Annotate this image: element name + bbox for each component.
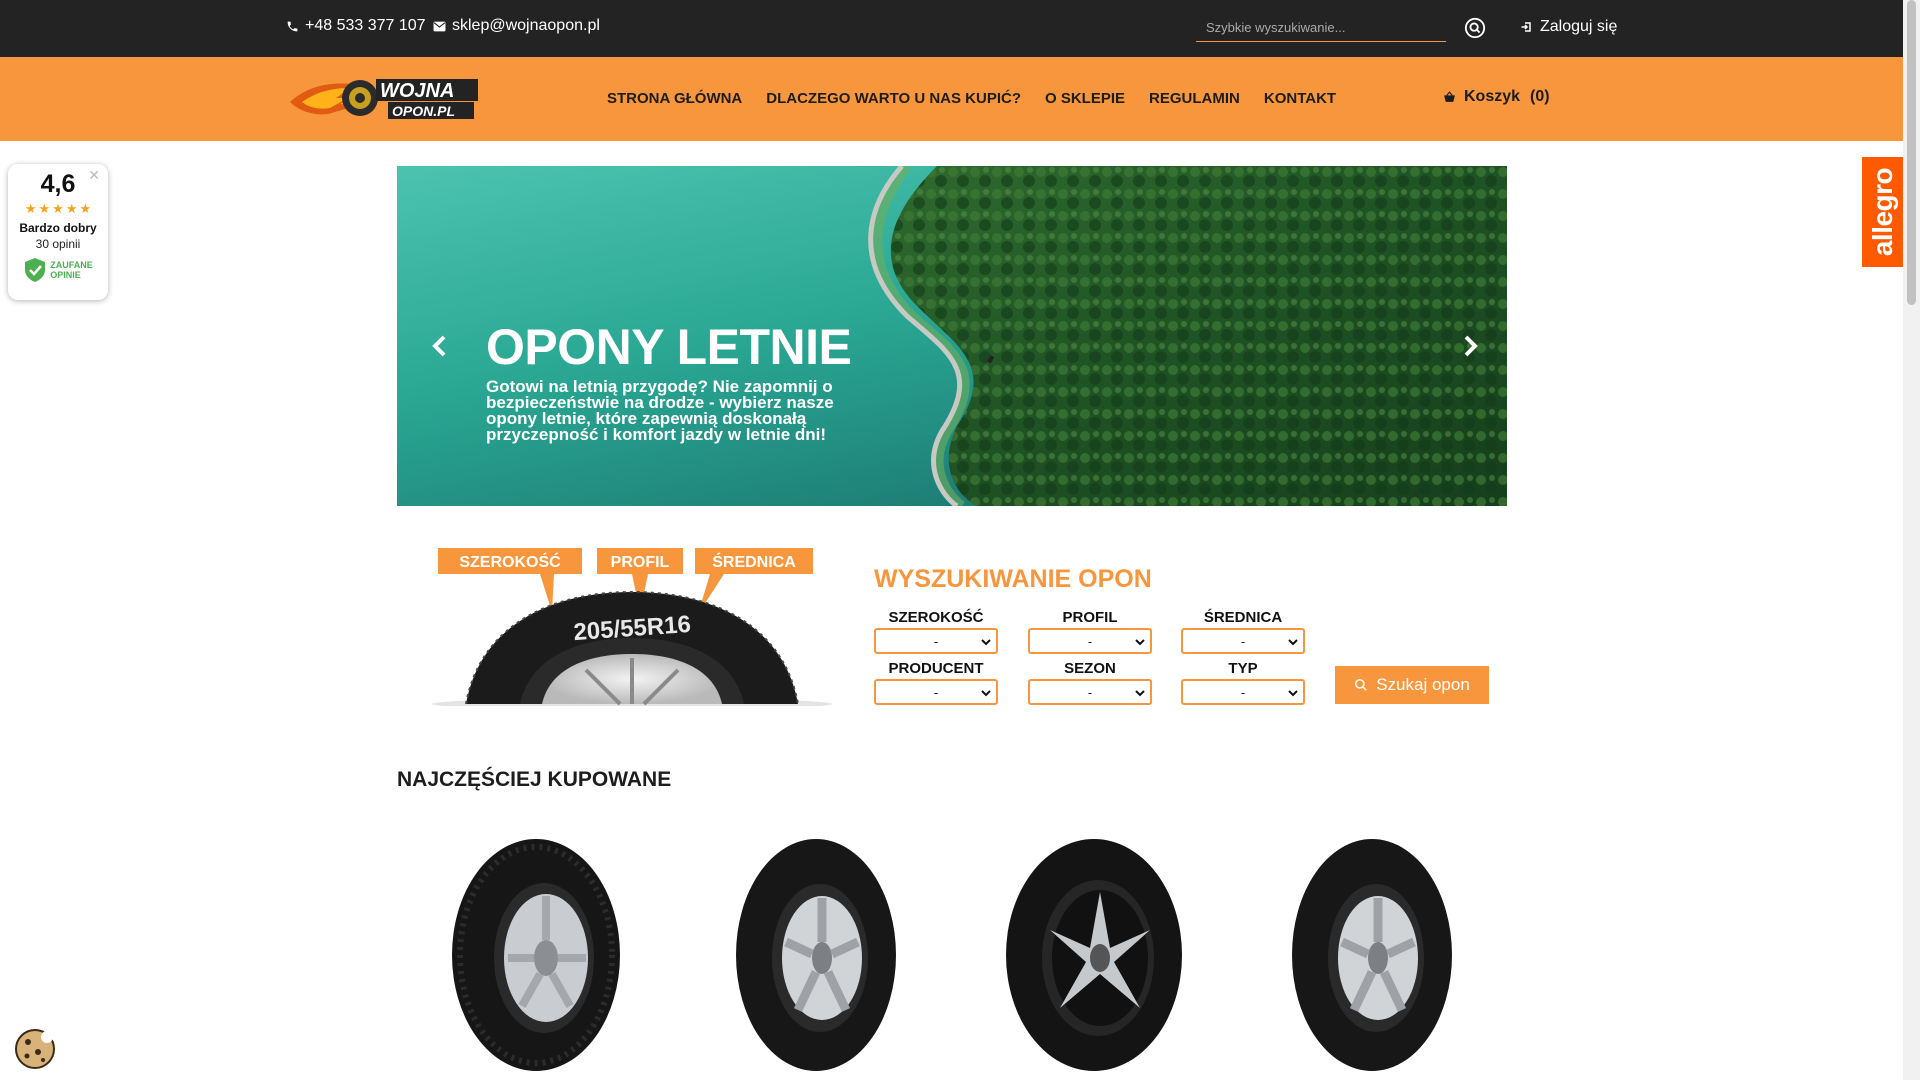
main-nav: STRONA GŁÓWNA DLACZEGO WARTO U NAS KUPIĆ… [607,90,1336,107]
diameter-select-value: - [1240,633,1246,649]
mail-icon [433,21,446,31]
phone-number[interactable]: +48 533 377 107 [305,17,426,35]
rating-count: 30 opinii [35,237,81,251]
label-diameter: ŚREDNICA [712,552,796,571]
product-image-4[interactable] [1254,830,1494,1080]
width-label: SZEROKOŚĆ [888,609,984,626]
login-label[interactable]: Zaloguj się [1540,18,1617,36]
product-image-2[interactable] [698,830,938,1080]
width-select[interactable]: - [874,628,998,654]
manufacturer-select[interactable]: - [874,679,998,705]
banner-text: Gotowi na letnią przygodę? Nie zapomnij … [486,377,834,444]
search-tires-label: Szukaj opon [1376,675,1470,694]
search-tires-button[interactable]: Szukaj opon [1335,666,1489,704]
type-label: TYP [1228,660,1258,677]
profile-select[interactable]: - [1028,628,1152,654]
profile-field: PROFIL - [1028,609,1152,654]
nav-about[interactable]: O SKLEPIE [1045,90,1125,107]
diameter-select[interactable]: - [1181,628,1305,654]
label-width: SZEROKOŚĆ [459,552,561,571]
manufacturer-field: PRODUCENT - [874,660,998,705]
season-select[interactable]: - [1028,679,1152,705]
cart-link[interactable]: Koszyk (0) [1443,88,1550,106]
chevron-down-icon [981,639,991,646]
search-icon [1355,679,1367,691]
cookie-settings-icon[interactable] [14,1028,56,1070]
scrollbar[interactable] [1903,0,1920,1080]
star-icon: ★ [38,201,51,216]
star-icon: ★ [65,201,78,216]
nav-contact[interactable]: KONTAKT [1264,90,1336,107]
hero-banner: OPONY LETNIE Gotowi na letnią przygodę? … [397,166,1507,506]
cart-count: (0) [1530,88,1550,105]
product-image-1[interactable] [418,830,658,1080]
phone-contact[interactable]: +48 533 377 107 [286,17,426,35]
star-icon: ★ [52,201,64,216]
rating-label: Bardzo dobry [19,221,97,235]
email-contact[interactable]: sklep@wojnaopon.pl [433,17,600,35]
profile-select-value: - [1087,633,1093,649]
type-field: TYP - [1181,660,1305,705]
site-logo[interactable]: WOJNA OPON.PL [288,76,480,122]
top-bar: +48 533 377 107 sklep@wojnaopon.pl Zalog… [0,0,1903,57]
nav-why-us[interactable]: DLACZEGO WARTO U NAS KUPIĆ? [766,90,1021,107]
login-icon [1521,22,1531,32]
email-address[interactable]: sklep@wojnaopon.pl [452,17,600,35]
shield-check-icon [25,258,46,282]
bestsellers-title: NAJCZĘŚCIEJ KUPOWANE [397,768,672,791]
star-icon: ★ [24,201,37,216]
season-label: SEZON [1064,660,1116,677]
close-icon[interactable]: ✕ [88,167,100,184]
rating-widget[interactable]: ✕ 4,6 ★ ★ ★ ★ ★ Bardzo dobry 30 opinii Z… [8,164,108,300]
product-image-3[interactable] [976,830,1216,1080]
star-icon: ★ [79,201,92,216]
allegro-label: allegro [1867,167,1898,257]
tire-search-title: WYSZUKIWANIE OPON [874,565,1152,593]
width-select-value: - [933,633,939,649]
chevron-down-icon [1288,639,1298,646]
chevron-right-icon[interactable] [1455,331,1485,361]
chevron-down-icon [1288,690,1298,697]
banner-title: OPONY LETNIE [486,319,852,375]
quick-search-input[interactable] [1196,20,1446,35]
nav-home[interactable]: STRONA GŁÓWNA [607,90,742,107]
nav-terms[interactable]: REGULAMIN [1149,90,1240,107]
chevron-down-icon [1135,690,1145,697]
type-select[interactable]: - [1181,679,1305,705]
basket-icon [1444,91,1455,102]
type-select-value: - [1240,684,1246,700]
logo-word-top: WOJNA [380,80,454,102]
scrollbar-thumb[interactable] [1907,0,1916,305]
chevron-left-icon[interactable] [425,331,455,361]
badge-line-1: ZAUFANE [50,260,93,270]
login-link[interactable]: Zaloguj się [1520,18,1617,36]
cart-label: Koszyk [1464,88,1521,105]
season-select-value: - [1087,684,1093,700]
profile-label: PROFIL [1062,609,1118,626]
badge-line-2: OPINIE [50,270,81,280]
label-profile: PROFIL [611,554,670,571]
phone-icon [287,21,298,31]
main-header: WOJNA OPON.PL STRONA GŁÓWNA DLACZEGO WAR… [0,57,1903,141]
manufacturer-select-value: - [933,684,939,700]
search-icon[interactable] [1464,17,1486,39]
chevron-down-icon [1135,639,1145,646]
diameter-label: ŚREDNICA [1203,609,1283,626]
allegro-tab[interactable]: allegro [1862,157,1904,267]
diameter-field: ŚREDNICA - [1181,609,1305,654]
tire-size-diagram: SZEROKOŚĆ PROFIL ŚREDNICA 205/55R16 [432,548,832,706]
quick-search [1196,14,1446,42]
logo-word-bottom: OPON.PL [392,103,455,119]
season-field: SEZON - [1028,660,1152,705]
trusted-reviews-badge: ZAUFANE OPINIE [8,257,108,283]
manufacturer-label: PRODUCENT [888,660,984,677]
width-field: SZEROKOŚĆ - [874,609,998,654]
rating-stars: ★ ★ ★ ★ ★ [8,201,108,217]
chevron-down-icon [981,690,991,697]
